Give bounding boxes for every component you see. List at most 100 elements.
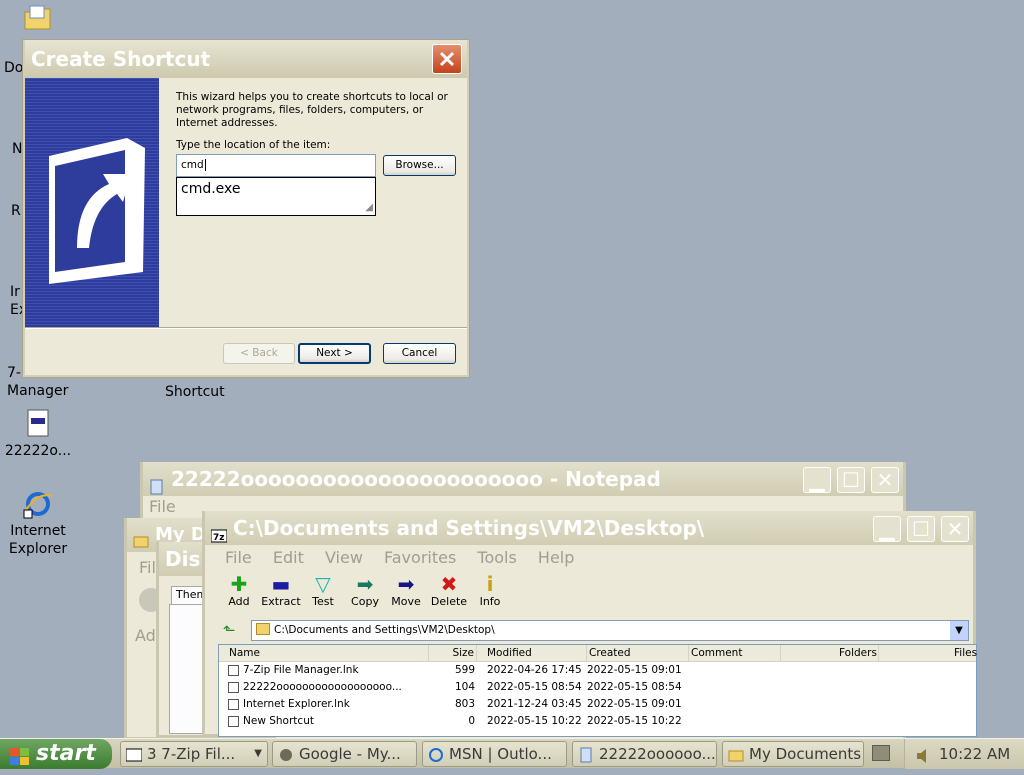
- windows-logo-icon: [10, 745, 30, 775]
- close-button[interactable]: [432, 44, 462, 74]
- delete-button[interactable]: ✖ Delete: [429, 573, 469, 608]
- notepad-icon: [149, 471, 165, 495]
- maximize-icon: ☐: [842, 468, 860, 492]
- row-name: Internet Explorer.lnk: [243, 698, 350, 710]
- sevenzip-titlebar[interactable]: 7z C:\Documents and Settings\VM2\Desktop…: [205, 511, 973, 545]
- file-list[interactable]: Name Size Modified Created Comment Folde…: [218, 644, 977, 737]
- column-files[interactable]: Files: [954, 645, 984, 661]
- maximize-button[interactable]: ☐: [837, 467, 865, 493]
- create-shortcut-titlebar[interactable]: Create Shortcut: [25, 40, 467, 78]
- back-button[interactable]: < Back: [223, 343, 295, 364]
- autocomplete-item[interactable]: cmd.exe: [181, 181, 241, 197]
- test-label: Test: [312, 595, 334, 608]
- notepad-title: 22222oooooooooooooooooooooo - Notepad: [171, 467, 661, 491]
- system-tray: 10:22 AM: [904, 739, 1024, 769]
- extract-button[interactable]: ▬ Extract: [261, 573, 301, 608]
- keyboard-icon[interactable]: [872, 745, 890, 761]
- desktop-icon-text-file[interactable]: 22222o...: [0, 408, 76, 460]
- desktop-icon-label: 22222o...: [4, 443, 72, 459]
- browse-button[interactable]: Browse...: [383, 155, 456, 176]
- next-button[interactable]: Next >: [298, 343, 371, 364]
- close-icon: [439, 51, 455, 67]
- move-button[interactable]: ➡ Move: [386, 573, 426, 608]
- chevron-down-icon[interactable]: ▼: [950, 621, 968, 640]
- location-input[interactable]: cmd: [176, 154, 376, 177]
- test-icon: ▽: [315, 572, 331, 596]
- menu-favorites[interactable]: Favorites: [384, 548, 456, 567]
- desktop-icon-label: Do: [4, 60, 24, 76]
- column-created[interactable]: Created: [589, 645, 689, 661]
- up-folder-button[interactable]: ⬑: [223, 621, 236, 639]
- ie-icon: [22, 488, 54, 520]
- task-msn[interactable]: MSN | Outlo...: [422, 741, 567, 767]
- info-icon: i: [486, 572, 494, 596]
- row-name: 22222oooooooooooooooooo...: [243, 681, 402, 693]
- desktop-icon-label: Internet Explorer: [8, 523, 68, 557]
- table-row[interactable]: 7-Zip File Manager.lnk 599 2022-04-26 17…: [219, 662, 976, 679]
- menu-file[interactable]: File: [225, 548, 252, 567]
- task-google[interactable]: Google - My...: [272, 741, 417, 767]
- menu-edit[interactable]: Edit: [273, 548, 304, 567]
- maximize-button[interactable]: ☐: [907, 516, 935, 542]
- clock[interactable]: 10:22 AM: [939, 745, 1010, 763]
- column-name[interactable]: Name: [229, 645, 429, 661]
- task-label: 3 7-Zip Fil...: [147, 745, 236, 763]
- sevenzip-title: C:\Documents and Settings\VM2\Desktop\: [233, 516, 705, 540]
- column-size[interactable]: Size: [429, 645, 477, 661]
- copy-button[interactable]: ➡ Copy: [345, 573, 385, 608]
- close-icon: ✕: [876, 468, 894, 492]
- row-name: 7-Zip File Manager.lnk: [243, 664, 359, 676]
- location-value: cmd: [181, 159, 204, 171]
- row-name: New Shortcut: [243, 715, 314, 727]
- add-icon: ✚: [230, 572, 248, 596]
- notepad-titlebar[interactable]: 22222oooooooooooooooooooooo - Notepad ▁ …: [143, 462, 903, 496]
- cancel-button[interactable]: Cancel: [383, 343, 456, 364]
- table-row[interactable]: New Shortcut 0 2022-05-15 10:22 2022-05-…: [219, 713, 976, 730]
- close-button[interactable]: ✕: [871, 467, 899, 493]
- svg-text:7z: 7z: [213, 533, 225, 543]
- task-label: 22222oooooo...: [599, 745, 716, 763]
- desktop-icon-internet-explorer[interactable]: Internet Explorer: [0, 488, 76, 558]
- browser-icon: [278, 746, 294, 762]
- autocomplete-dropdown[interactable]: cmd.exe ◢: [176, 177, 376, 216]
- close-button[interactable]: ✕: [941, 516, 969, 542]
- file-icon: [228, 716, 239, 727]
- row-created: 2022-05-15 09:01: [587, 664, 682, 676]
- shortcut-icon: [228, 665, 239, 676]
- table-row[interactable]: Internet Explorer.lnk 803 2021-12-24 03:…: [219, 696, 976, 713]
- minimize-button[interactable]: ▁: [873, 516, 901, 542]
- sevenzip-window[interactable]: 7z C:\Documents and Settings\VM2\Desktop…: [202, 511, 977, 737]
- text-file-icon: [228, 682, 239, 693]
- row-size: 0: [468, 715, 475, 727]
- create-shortcut-dialog[interactable]: Create Shortcut This wizard helps you to…: [23, 40, 469, 377]
- task-my-documents[interactable]: My Documents: [722, 741, 864, 767]
- text-file-icon: [22, 408, 54, 440]
- folder-icon: [22, 2, 54, 34]
- start-label: start: [36, 741, 96, 766]
- speaker-icon[interactable]: [915, 745, 933, 775]
- column-folders[interactable]: Folders: [839, 645, 879, 661]
- resize-grip-icon[interactable]: ◢: [365, 202, 373, 213]
- test-button[interactable]: ▽ Test: [303, 573, 343, 608]
- info-button[interactable]: i Info: [470, 573, 510, 608]
- task-notepad[interactable]: 22222oooooo...: [572, 741, 717, 767]
- shortcut-label: Shortcut: [165, 384, 225, 400]
- column-modified[interactable]: Modified: [487, 645, 587, 661]
- menu-file[interactable]: File: [149, 497, 176, 516]
- add-button[interactable]: ✚ Add: [219, 573, 259, 608]
- row-modified: 2021-12-24 03:45: [487, 698, 582, 710]
- address-bar[interactable]: C:\Documents and Settings\VM2\Desktop\ ▼: [251, 620, 969, 641]
- desktop-icon-my-documents[interactable]: [0, 2, 76, 36]
- menu-tools[interactable]: Tools: [477, 548, 516, 567]
- sevenzip-menubar: File Edit View Favorites Tools Help: [205, 547, 973, 569]
- start-button[interactable]: start: [0, 739, 112, 769]
- task-sevenzip[interactable]: 3 7-Zip Fil... ▼: [120, 741, 268, 767]
- shortcut-icon: [228, 699, 239, 710]
- column-comment[interactable]: Comment: [691, 645, 781, 661]
- row-size: 599: [454, 664, 475, 676]
- table-row[interactable]: 22222oooooooooooooooooo... 104 2022-05-1…: [219, 679, 976, 696]
- minimize-button[interactable]: ▁: [803, 467, 831, 493]
- menu-help[interactable]: Help: [538, 548, 574, 567]
- info-label: Info: [479, 595, 501, 608]
- menu-view[interactable]: View: [325, 548, 363, 567]
